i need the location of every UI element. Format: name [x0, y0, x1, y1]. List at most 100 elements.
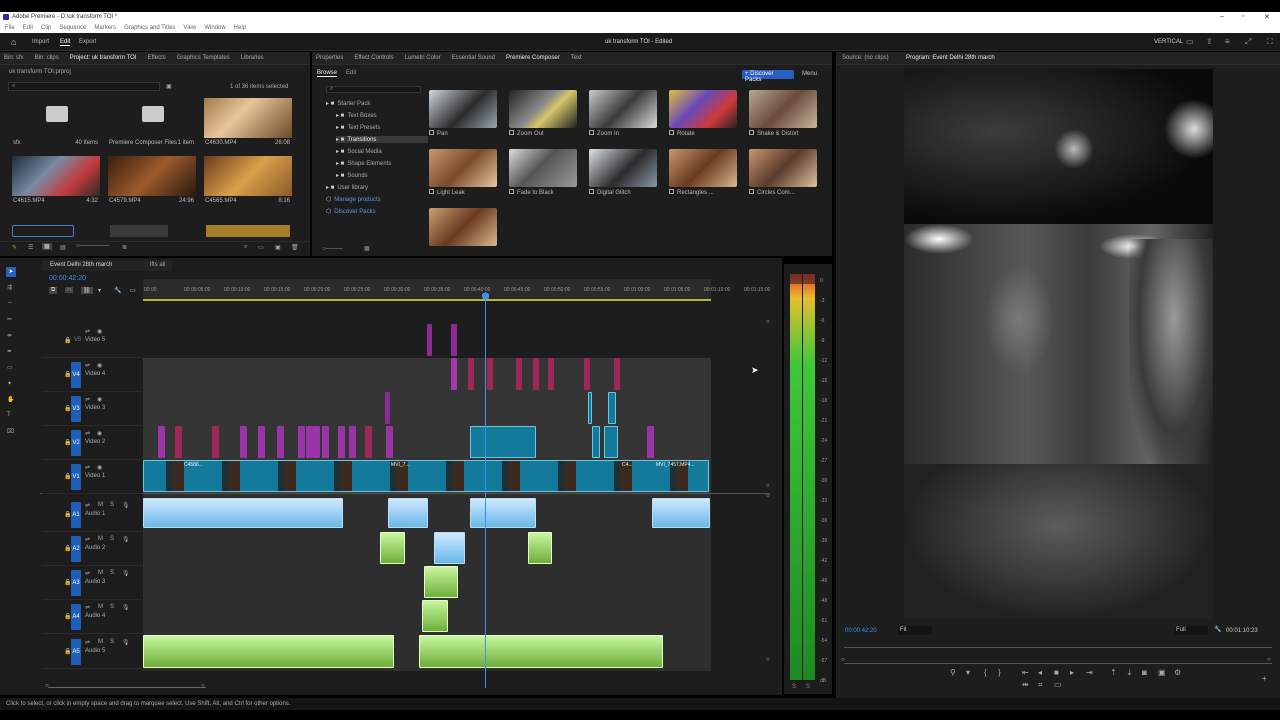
- hand-tool-icon[interactable]: ✋: [7, 396, 14, 403]
- expand-icon[interactable]: ⛶: [1267, 37, 1273, 47]
- sort-icon[interactable]: ≣: [122, 244, 127, 251]
- preset-card[interactable]: Zoom In: [589, 90, 657, 140]
- tree-item[interactable]: ⬡ Discover Packs: [326, 208, 376, 215]
- scroll-handle[interactable]: ○: [766, 493, 770, 499]
- discover-packs-button[interactable]: + Discover Packs: [742, 70, 794, 83]
- checkbox-icon[interactable]: [509, 130, 514, 135]
- source-tab-label[interactable]: Source: (no clips): [842, 55, 889, 61]
- graphic-clip[interactable]: [548, 358, 554, 390]
- ripple-edit-icon[interactable]: ⇔: [7, 300, 13, 306]
- tree-item[interactable]: ▸ ■ Text Presets: [336, 124, 380, 131]
- tree-item[interactable]: ▸ ■ Social Media: [336, 148, 382, 155]
- video-track-header[interactable]: 🔒 V1 ⇌ ◉ Video 1: [42, 460, 142, 494]
- project-tab[interactable]: Bin: clips: [35, 55, 59, 61]
- program-tab[interactable]: Program: Event Delhi 28th march: [906, 55, 995, 61]
- checkbox-icon[interactable]: [429, 189, 434, 194]
- audio-clip[interactable]: [380, 532, 405, 564]
- grid-view-icon[interactable]: ▦: [364, 245, 370, 252]
- menu-icon[interactable]: ≡: [1225, 37, 1230, 46]
- graphic-clip[interactable]: [427, 324, 432, 356]
- graphic-clip[interactable]: [322, 426, 329, 458]
- zoom-handle-left[interactable]: ○: [45, 683, 49, 689]
- mic-icon[interactable]: 🎙: [122, 639, 130, 646]
- audio-clip[interactable]: [422, 600, 448, 632]
- solo-icon[interactable]: S: [110, 570, 114, 576]
- marker-icon[interactable]: ▾: [98, 287, 101, 294]
- caption-tool-icon[interactable]: ⌧: [7, 428, 14, 435]
- maximize-icon[interactable]: ▫: [1242, 13, 1244, 20]
- checkbox-icon[interactable]: [669, 189, 674, 194]
- crop-icon[interactable]: ⌗: [1038, 680, 1043, 690]
- menu-item-7[interactable]: Window: [204, 25, 225, 31]
- razor-tool-icon[interactable]: ✂: [7, 316, 12, 323]
- track-target[interactable]: V4: [71, 362, 81, 388]
- trash-icon[interactable]: 🗑: [291, 244, 299, 251]
- edit-tab[interactable]: Edit: [60, 39, 71, 46]
- program-scrubber[interactable]: [844, 642, 1272, 648]
- tree-item[interactable]: ▸ ■ Shape Elements: [336, 160, 391, 167]
- mic-icon[interactable]: 🎙: [122, 604, 130, 611]
- sync-lock-icon[interactable]: ⇌: [85, 328, 90, 335]
- video-track-header[interactable]: 🔒 V3 ⇌ ◉ Video 3: [42, 392, 142, 426]
- freeform-view-icon[interactable]: ▤: [60, 244, 66, 251]
- graphic-clip[interactable]: [647, 426, 654, 458]
- caption-icon[interactable]: ▭: [130, 287, 136, 294]
- audio-clip[interactable]: [528, 532, 552, 564]
- sync-lock-icon[interactable]: ⇌: [85, 362, 90, 369]
- settings-icon[interactable]: ⚙: [1174, 668, 1181, 677]
- marker-icon[interactable]: ⚲: [950, 668, 956, 677]
- media-item[interactable]: C4630.MP4 26:08: [204, 98, 292, 150]
- composer-tab[interactable]: Lumetri Color: [405, 55, 441, 61]
- project-search-input[interactable]: ⌕: [8, 82, 160, 91]
- composer-tab[interactable]: Essential Sound: [452, 55, 495, 61]
- preset-card[interactable]: Digital Glitch: [589, 149, 657, 199]
- fit-dropdown[interactable]: Fit: [898, 626, 932, 635]
- menu-item-8[interactable]: Help: [234, 25, 246, 31]
- graphic-clip[interactable]: [175, 426, 182, 458]
- audio-track-header[interactable]: 🔒 A5 ⇌ M S 🎙 Audio 5: [42, 635, 142, 669]
- audio-clip[interactable]: [470, 498, 536, 528]
- list-view-icon[interactable]: ☰: [28, 244, 33, 251]
- audio-clip[interactable]: [434, 532, 465, 564]
- checkbox-icon[interactable]: [429, 130, 434, 135]
- folder-icon[interactable]: ▭: [258, 244, 264, 251]
- close-icon[interactable]: ✕: [1264, 13, 1270, 21]
- project-tab[interactable]: Project: uk transform TOI: [70, 55, 137, 61]
- video-clip[interactable]: C4586... MVI_7... C4... MVI_7457.MP4...: [143, 460, 709, 492]
- checkbox-icon[interactable]: [749, 189, 754, 194]
- project-tab[interactable]: Bin: sfx: [4, 55, 24, 61]
- edit-subtab[interactable]: Edit: [346, 70, 356, 76]
- audio-clip[interactable]: [143, 635, 394, 668]
- audio-track-header[interactable]: 🔒 A4 ⇌ M S 🎙 Audio 4: [42, 600, 142, 634]
- track-target[interactable]: V1: [71, 464, 81, 490]
- graphic-clip[interactable]: [584, 358, 590, 390]
- zoom-handle-right[interactable]: ○: [201, 683, 205, 689]
- extract-icon[interactable]: ⇣: [1126, 668, 1133, 677]
- safe-margins-icon[interactable]: ▭: [1054, 680, 1062, 689]
- sync-lock-icon[interactable]: ⇌: [85, 502, 90, 509]
- audio-clip[interactable]: [388, 498, 428, 528]
- tree-item[interactable]: ▸ ■ User library: [326, 184, 368, 191]
- media-item[interactable]: C4615.MP4 4:32: [12, 156, 100, 208]
- video-clip[interactable]: [470, 426, 536, 458]
- share-icon[interactable]: ⇪: [1206, 37, 1213, 46]
- composer-tab[interactable]: Properties: [316, 55, 343, 61]
- audio-clip[interactable]: [424, 566, 458, 598]
- graphic-clip[interactable]: [516, 358, 522, 390]
- graphic-clip[interactable]: [487, 358, 493, 390]
- tree-item[interactable]: ▸ ■ Starter Pack: [326, 100, 370, 107]
- selected-item[interactable]: [12, 225, 74, 237]
- graphic-clip[interactable]: [298, 426, 305, 458]
- stop-icon[interactable]: ■: [1054, 668, 1059, 677]
- track-target[interactable]: V5: [74, 337, 81, 343]
- program-timecode[interactable]: 00:00:42:20: [845, 628, 877, 634]
- mark-in-icon[interactable]: {: [984, 668, 987, 677]
- sync-lock-icon[interactable]: ⇌: [85, 536, 90, 543]
- menu-item-2[interactable]: Clip: [41, 25, 51, 31]
- checkbox-icon[interactable]: [509, 189, 514, 194]
- audio-clip[interactable]: [143, 498, 343, 528]
- step-back-icon[interactable]: ◂: [1038, 668, 1042, 677]
- graphic-clip[interactable]: [451, 324, 457, 356]
- solo-icon[interactable]: S: [110, 639, 114, 645]
- layout-icon[interactable]: ▭: [1186, 37, 1194, 46]
